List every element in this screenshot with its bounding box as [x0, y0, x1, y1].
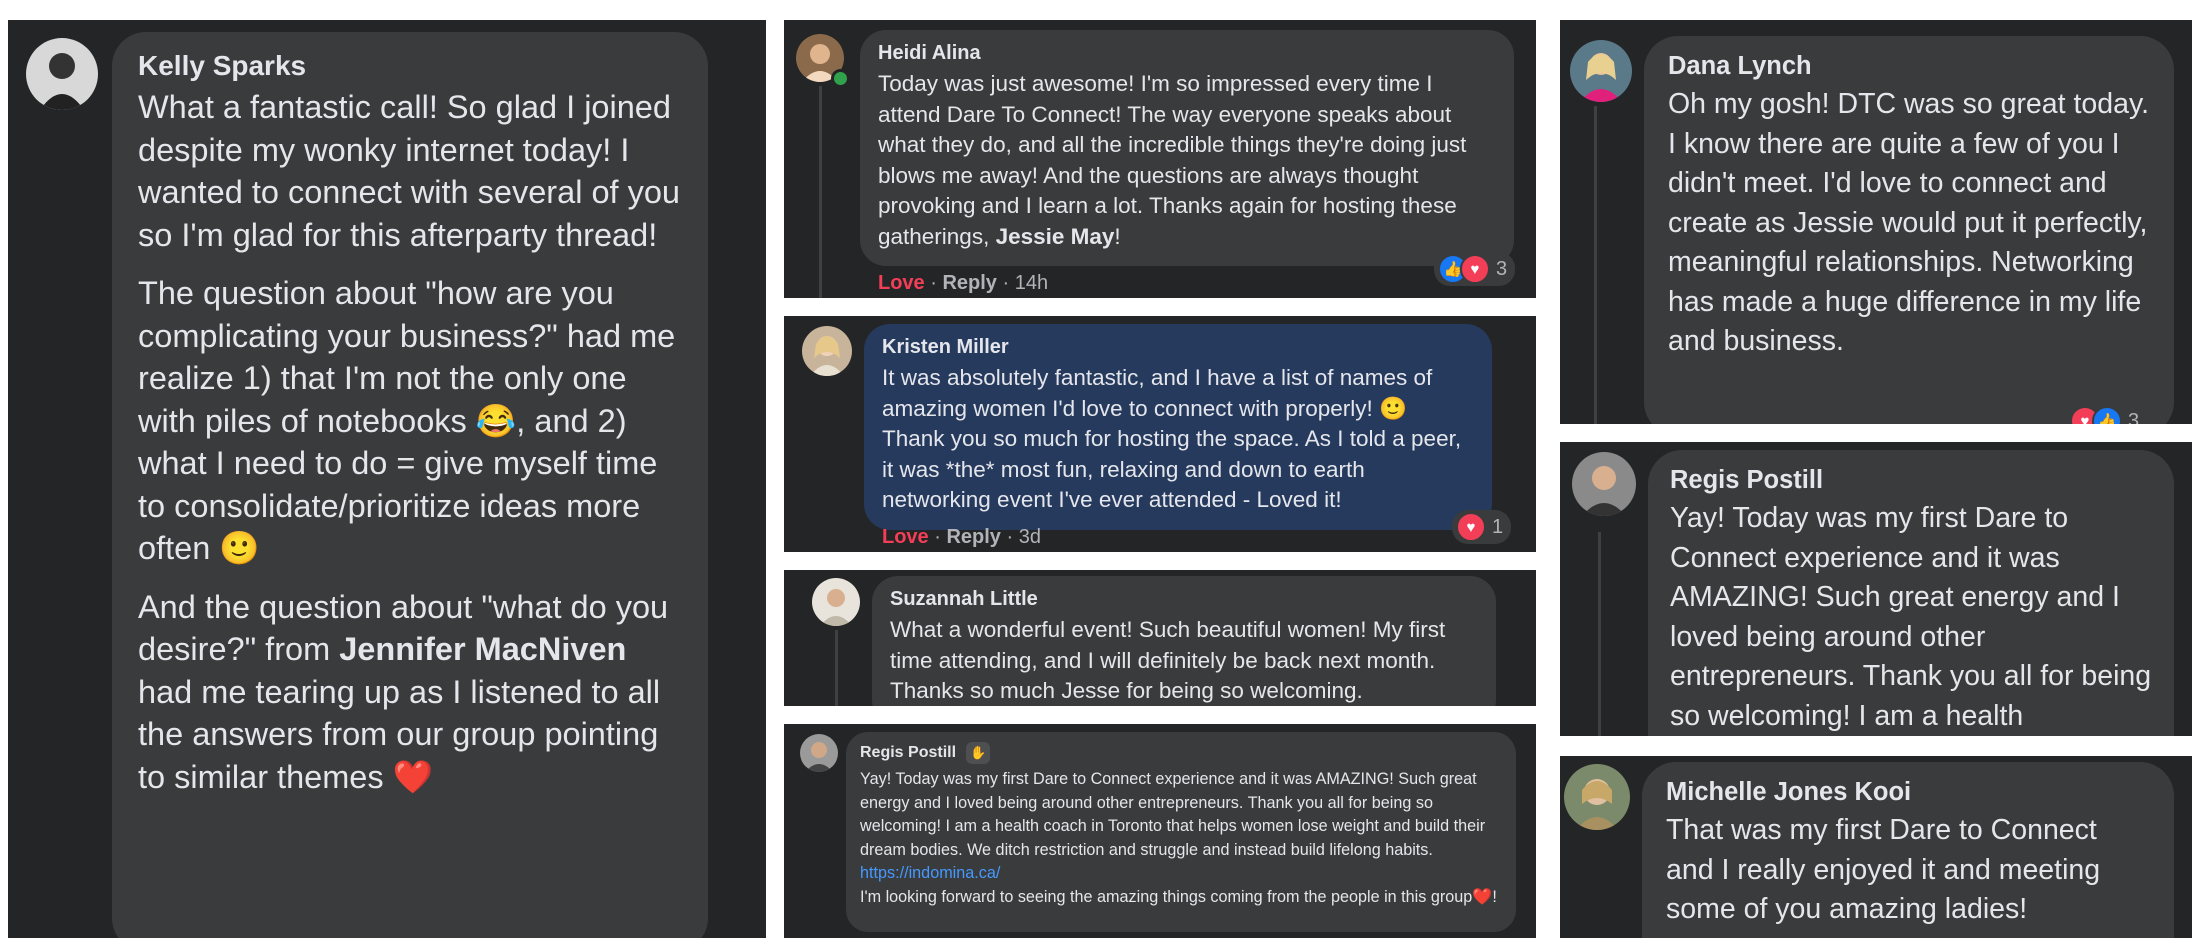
- love-button[interactable]: Love: [878, 272, 925, 294]
- comment-text: Oh my gosh! DTC was so great today. I kn…: [1668, 88, 2149, 357]
- comment-text: Yay! Today was my first Dare to Connect …: [860, 768, 1502, 909]
- reply-button[interactable]: Reply: [946, 526, 1000, 548]
- comment-text: What a wonderful event! Such beautiful w…: [890, 617, 1446, 703]
- comment-actions: Love · Reply · 3d: [882, 526, 1041, 548]
- comment-bubble: Heidi Alina Today was just awesome! I'm …: [860, 30, 1514, 266]
- reaction-summary[interactable]: 👍 ♥ 3: [1434, 252, 1516, 286]
- reaction-count: 3: [2128, 409, 2140, 425]
- paragraph-text: had me tearing up as I listened to all t…: [138, 673, 661, 795]
- reply-button[interactable]: Reply: [942, 272, 996, 294]
- comment-paragraph: The question about "how are you complica…: [138, 275, 676, 566]
- comment-panel-kristen: Kristen Miller It was absolutely fantast…: [784, 316, 1536, 552]
- heart-icon: ♥: [1456, 512, 1486, 542]
- avatar[interactable]: [26, 38, 98, 110]
- comment-author[interactable]: Michelle Jones Kooi: [1666, 778, 2150, 807]
- comment-paragraph: And the question about "what do you desi…: [138, 586, 682, 799]
- comment-author[interactable]: Dana Lynch: [1668, 52, 2150, 81]
- comment-author[interactable]: Kelly Sparks: [138, 50, 682, 82]
- comment-body-end: !: [1114, 223, 1121, 249]
- comment-bubble: Michelle Jones Kooi That was my first Da…: [1642, 762, 2174, 938]
- thread-line: [819, 86, 822, 298]
- comment-text: What a fantastic call! So glad I joined …: [138, 86, 682, 798]
- comment-text: Today was just awesome! I'm so impressed…: [878, 69, 1496, 252]
- timestamp[interactable]: 14h: [1015, 272, 1048, 294]
- comment-bubble-highlighted: Kristen Miller It was absolutely fantast…: [864, 324, 1492, 530]
- avatar[interactable]: [800, 734, 838, 772]
- avatar[interactable]: [1564, 764, 1630, 830]
- comment-author[interactable]: Suzannah Little: [890, 588, 1478, 611]
- comment-bubble: Suzannah Little What a wonderful event! …: [872, 576, 1496, 706]
- comment-body: Yay! Today was my first Dare to Connect …: [860, 770, 1486, 859]
- comment-text: It was absolutely fantastic, and I have …: [882, 365, 1462, 512]
- comment-author[interactable]: Kristen Miller: [882, 336, 1474, 359]
- group-badge-icon: ✋: [966, 742, 991, 764]
- comment-panel-regis-small: Regis Postill ✋ Yay! Today was my first …: [784, 724, 1536, 938]
- mention-jessie-may[interactable]: Jessie May: [996, 224, 1115, 249]
- comment-text: That was my first Dare to Connect and I …: [1666, 814, 2101, 925]
- comment-panel-dana: Dana Lynch Oh my gosh! DTC was so great …: [1560, 20, 2192, 424]
- thread-line: [1598, 532, 1601, 736]
- comment-author[interactable]: Regis Postill: [860, 744, 956, 762]
- comment-panel-kelly: Kelly Sparks What a fantastic call! So g…: [8, 20, 766, 938]
- like-icon: 👍: [2092, 406, 2122, 424]
- comment-author[interactable]: Heidi Alina: [878, 42, 1496, 65]
- comment-body: Today was just awesome! I'm so impressed…: [878, 71, 1467, 249]
- reaction-count: 1: [1492, 515, 1504, 538]
- website-link[interactable]: https://indomina.ca/: [860, 864, 1000, 882]
- reaction-summary[interactable]: ♥ 👍 3: [2066, 404, 2148, 425]
- comment-bubble: Kelly Sparks What a fantastic call! So g…: [112, 32, 708, 938]
- heart-icon: ♥: [1460, 254, 1490, 284]
- avatar[interactable]: [1570, 40, 1632, 102]
- avatar[interactable]: [802, 326, 852, 376]
- online-status-icon: [831, 69, 850, 88]
- comment-paragraph: What a fantastic call! So glad I joined …: [138, 89, 680, 253]
- comment-bubble: Dana Lynch Oh my gosh! DTC was so great …: [1644, 36, 2174, 424]
- comment-text: Yay! Today was my first Dare to Connect …: [1670, 502, 2152, 732]
- comment-author[interactable]: Regis Postill: [1670, 466, 2152, 495]
- comment-panel-suzannah: Suzannah Little What a wonderful event! …: [784, 570, 1536, 706]
- comment-actions: Love · Reply · 14h: [878, 272, 1049, 294]
- comment-panel-michelle: Michelle Jones Kooi That was my first Da…: [1560, 756, 2192, 938]
- comment-bubble: Regis Postill ✋ Yay! Today was my first …: [846, 732, 1516, 932]
- reaction-count: 3: [1496, 257, 1508, 280]
- avatar[interactable]: [1572, 452, 1636, 516]
- comment-panel-heidi: Heidi Alina Today was just awesome! I'm …: [784, 20, 1536, 298]
- reaction-summary[interactable]: ♥ 1: [1452, 510, 1512, 544]
- comment-bubble: Regis Postill Yay! Today was my first Da…: [1648, 450, 2174, 736]
- thread-line: [1594, 106, 1597, 424]
- timestamp[interactable]: 3d: [1019, 526, 1041, 548]
- mention-jennifer-macniven[interactable]: Jennifer MacNiven: [339, 631, 626, 667]
- thread-line: [835, 630, 838, 706]
- comment-panel-regis-large: Regis Postill Yay! Today was my first Da…: [1560, 442, 2192, 736]
- love-button[interactable]: Love: [882, 526, 929, 548]
- avatar[interactable]: [812, 578, 860, 626]
- comment-body-2: I'm looking forward to seeing the amazin…: [860, 887, 1497, 906]
